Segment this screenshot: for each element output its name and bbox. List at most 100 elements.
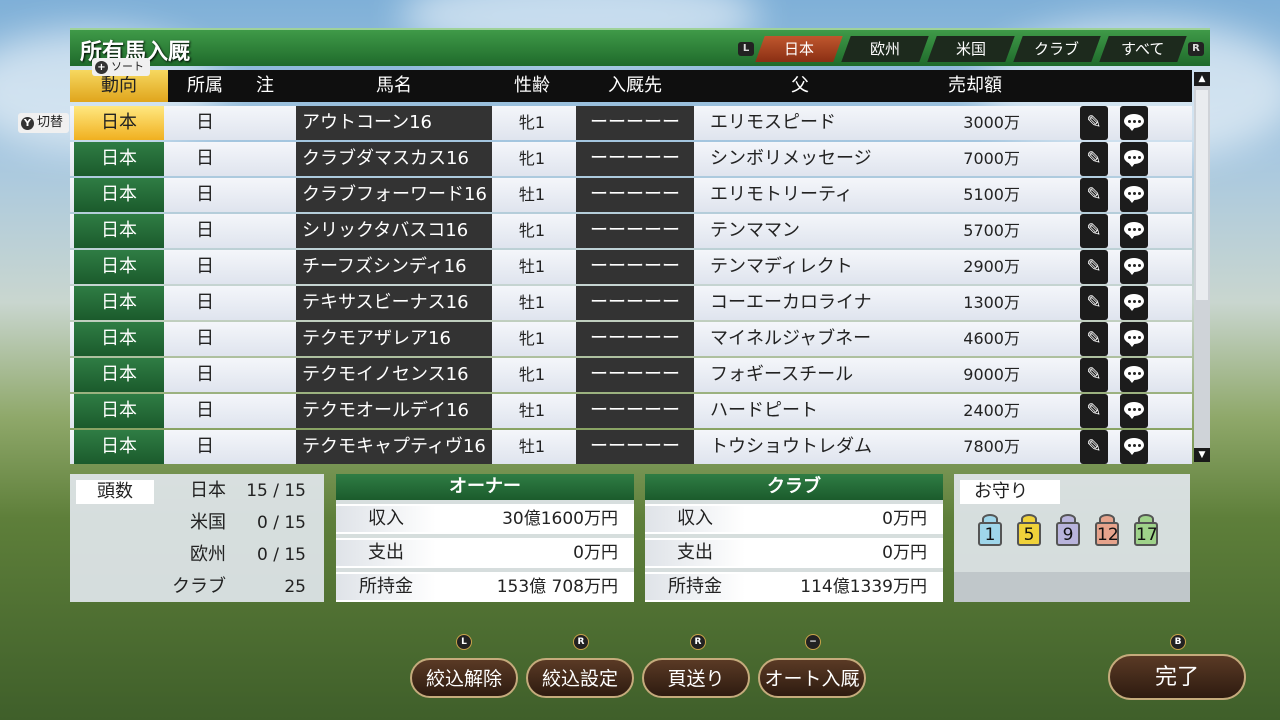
horse-name-cell: アウトコーン16 — [296, 106, 492, 140]
table-row[interactable]: 日本 日 テクモオールデイ16 牡1 ーーーーー ハードピート 2400万 ✎ — [70, 394, 1192, 428]
column-sex-age[interactable]: 性齢 — [500, 70, 564, 102]
tab-europe[interactable]: 欧州 — [841, 36, 929, 62]
pencil-icon[interactable]: ✎ — [1080, 394, 1108, 428]
switch-button[interactable]: Y 切替 — [18, 113, 70, 133]
scrollbar[interactable]: ▲ ▼ — [1194, 72, 1210, 462]
table-row[interactable]: 日本 日 クラブダマスカス16 牝1 ーーーーー シンボリメッセージ 7000万 ✎ — [70, 142, 1192, 176]
table-row[interactable]: 日本 日 テクモキャプティヴ16 牡1 ーーーーー トウショウトレダム 7800万 ✎ — [70, 430, 1192, 464]
horse-name-cell: テクモキャプティヴ16 — [296, 430, 492, 464]
stable-cell: ーーーーー — [576, 394, 694, 428]
horse-name-cell: テクモオールデイ16 — [296, 394, 492, 428]
stable-cell: ーーーーー — [576, 106, 694, 140]
trend-cell: 日本 — [74, 106, 164, 140]
pencil-icon[interactable]: ✎ — [1080, 214, 1108, 248]
y-button-icon: Y — [21, 116, 34, 130]
comment-icon[interactable] — [1120, 394, 1148, 428]
comment-icon[interactable] — [1120, 178, 1148, 212]
comment-icon[interactable] — [1120, 358, 1148, 392]
amulet-icon: 5 — [1015, 514, 1043, 546]
b-key-icon: B — [1170, 634, 1186, 650]
count-row: 欧州 0 / 15 — [190, 544, 306, 565]
sex-age-cell: 牡1 — [518, 401, 546, 420]
table-row[interactable]: 日本 日 クラブフォーワード16 牡1 ーーーーー エリモトリーティ 5100万 ✎ — [70, 178, 1192, 212]
pencil-icon[interactable]: ✎ — [1080, 250, 1108, 284]
comment-icon[interactable] — [1120, 142, 1148, 176]
comment-icon[interactable] — [1120, 250, 1148, 284]
page-forward-button[interactable]: 頁送り — [642, 658, 750, 698]
sex-age-cell: 牝1 — [518, 113, 546, 132]
pencil-icon[interactable]: ✎ — [1080, 430, 1108, 464]
table-row[interactable]: 日本 日 チーフズシンディ16 牡1 ーーーーー テンマディレクト 2900万 ✎ — [70, 250, 1192, 284]
trend-cell: 日本 — [74, 394, 164, 428]
amulet-number: 5 — [1017, 522, 1041, 546]
sire-cell: トウショウトレダム — [710, 436, 872, 457]
sire-cell: コーエーカロライナ — [710, 292, 872, 313]
table-row[interactable]: 日本 日 シリックタバスコ16 牝1 ーーーーー テンママン 5700万 ✎ — [70, 214, 1192, 248]
tab-all[interactable]: すべて — [1099, 36, 1187, 62]
horse-name-cell: テクモイノセンス16 — [296, 358, 492, 392]
table-row[interactable]: 日本 日 テクモアザレア16 牝1 ーーーーー マイネルジャブネー 4600万 ✎ — [70, 322, 1192, 356]
club-title: クラブ — [645, 474, 943, 500]
owner-finance-panel: オーナー 収入 30億1600万円 支出 0万円 所持金 153億 708万円 — [336, 474, 634, 602]
pencil-icon[interactable]: ✎ — [1080, 178, 1108, 212]
comment-icon[interactable] — [1120, 322, 1148, 356]
tab-club[interactable]: クラブ — [1013, 36, 1101, 62]
table-row[interactable]: 日本 日 テクモイノセンス16 牝1 ーーーーー フォギースチール 9000万 ✎ — [70, 358, 1192, 392]
sire-cell: フォギースチール — [710, 364, 854, 385]
set-filter-button[interactable]: 絞込設定 — [526, 658, 634, 698]
count-row: クラブ 25 — [172, 576, 306, 597]
affiliation-cell: 日 — [196, 112, 214, 133]
column-stable[interactable]: 入厩先 — [576, 70, 694, 102]
auto-stable-button[interactable]: オート入厩 — [758, 658, 866, 698]
stable-cell: ーーーーー — [576, 322, 694, 356]
pencil-icon[interactable]: ✎ — [1080, 106, 1108, 140]
amulet-number: 17 — [1134, 522, 1158, 546]
column-note[interactable]: 注 — [250, 70, 280, 102]
scroll-down-icon[interactable]: ▼ — [1194, 448, 1210, 462]
pencil-icon[interactable]: ✎ — [1080, 286, 1108, 320]
pencil-icon[interactable]: ✎ — [1080, 322, 1108, 356]
stable-cell: ーーーーー — [576, 250, 694, 284]
pencil-icon[interactable]: ✎ — [1080, 142, 1108, 176]
sex-age-cell: 牡1 — [518, 185, 546, 204]
affiliation-cell: 日 — [196, 364, 214, 385]
clear-filter-button[interactable]: 絞込解除 — [410, 658, 518, 698]
done-button[interactable]: 完了 — [1108, 654, 1246, 700]
trend-cell: 日本 — [74, 214, 164, 248]
comment-icon[interactable] — [1120, 106, 1148, 140]
stable-cell: ーーーーー — [576, 286, 694, 320]
tab-usa[interactable]: 米国 — [927, 36, 1015, 62]
price-cell: 5700万 — [963, 221, 1020, 240]
sire-cell: エリモトリーティ — [710, 184, 853, 205]
column-sire[interactable]: 父 — [710, 70, 890, 102]
club-income-row: 収入 0万円 — [645, 504, 943, 534]
comment-icon[interactable] — [1120, 430, 1148, 464]
sire-cell: テンママン — [710, 220, 800, 241]
table-row[interactable]: 日本 日 アウトコーン16 牝1 ーーーーー エリモスピード 3000万 ✎ — [70, 106, 1192, 140]
scroll-thumb[interactable] — [1196, 90, 1208, 300]
minus-key-icon: − — [805, 634, 821, 650]
l-key-icon: L — [456, 634, 472, 650]
affiliation-cell: 日 — [196, 328, 214, 349]
comment-icon[interactable] — [1120, 214, 1148, 248]
sire-cell: シンボリメッセージ — [710, 148, 872, 169]
sire-cell: エリモスピード — [710, 112, 836, 133]
scroll-up-icon[interactable]: ▲ — [1194, 72, 1210, 86]
amulet-number: 1 — [978, 522, 1002, 546]
affiliation-cell: 日 — [196, 400, 214, 421]
column-price[interactable]: 売却額 — [930, 70, 1020, 102]
sex-age-cell: 牝1 — [518, 365, 546, 384]
tab-japan[interactable]: 日本 — [755, 36, 843, 62]
sex-age-cell: 牝1 — [518, 329, 546, 348]
column-name[interactable]: 馬名 — [296, 70, 492, 102]
comment-icon[interactable] — [1120, 286, 1148, 320]
table-row[interactable]: 日本 日 テキサスビーナス16 牡1 ーーーーー コーエーカロライナ 1300万 ✎ — [70, 286, 1192, 320]
column-affiliation[interactable]: 所属 — [178, 70, 232, 102]
sort-button[interactable]: + ソート — [92, 58, 150, 76]
trend-cell: 日本 — [74, 178, 164, 212]
horse-name-cell: クラブダマスカス16 — [296, 142, 492, 176]
price-cell: 7800万 — [963, 437, 1020, 456]
price-cell: 3000万 — [963, 113, 1020, 132]
region-tabs: L 日本 欧州 米国 クラブ すべて R — [738, 36, 1204, 62]
pencil-icon[interactable]: ✎ — [1080, 358, 1108, 392]
